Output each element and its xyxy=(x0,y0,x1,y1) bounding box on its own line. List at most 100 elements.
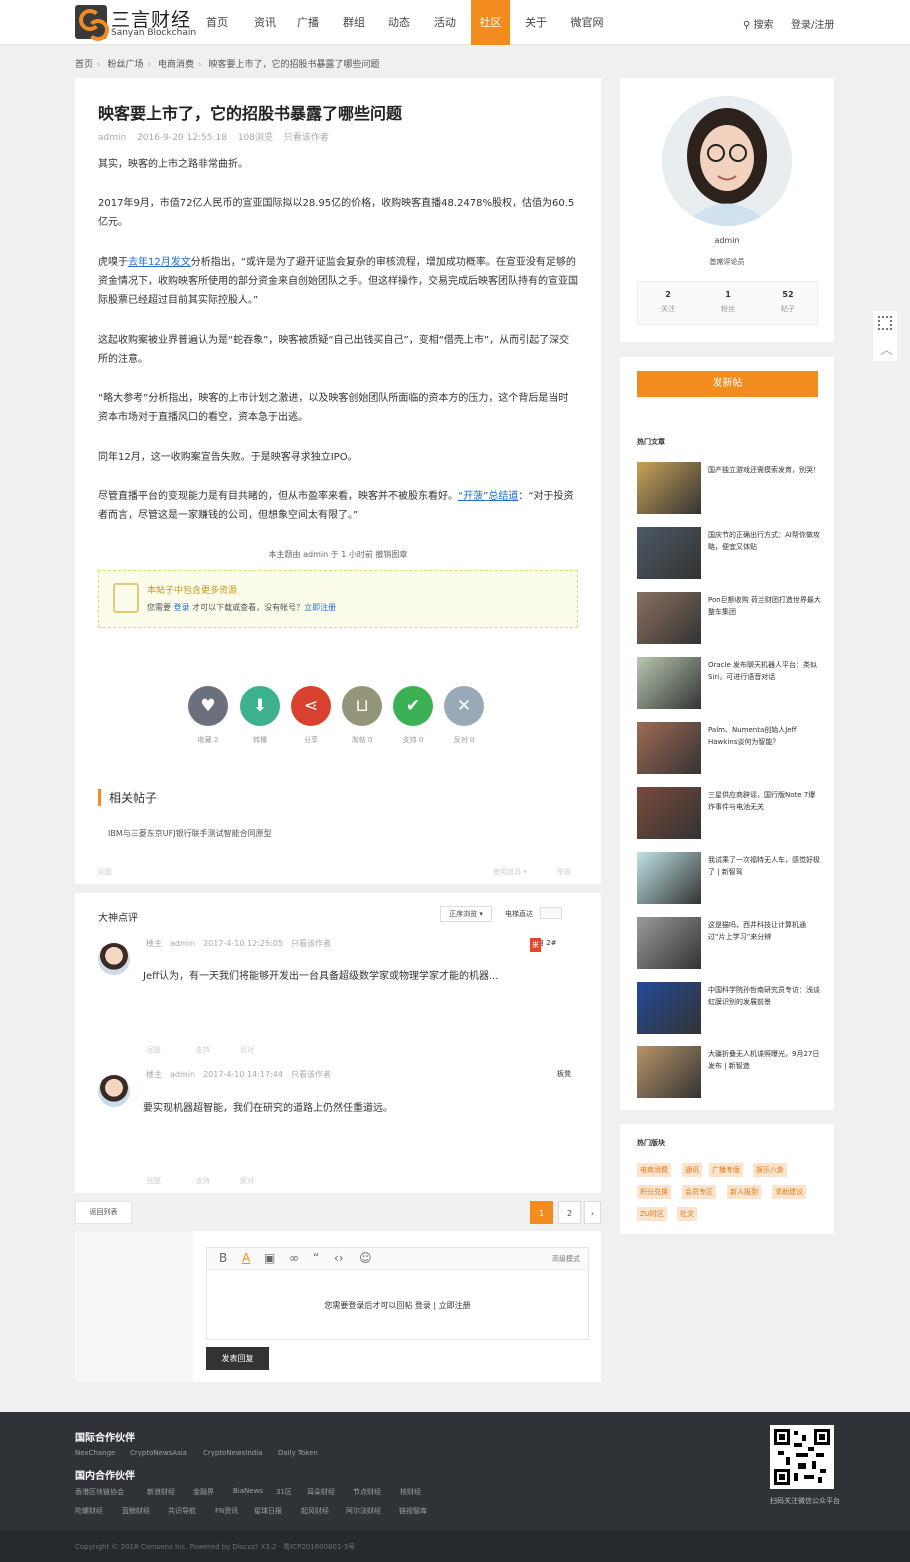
bold-icon[interactable]: B xyxy=(219,1251,227,1265)
link-icon[interactable]: ∞ xyxy=(289,1251,299,1265)
elevator-input[interactable] xyxy=(540,907,562,919)
oppose-button[interactable]: ✕ 反对 0 xyxy=(444,686,484,745)
partner-link[interactable]: 蓝鲸财经 xyxy=(122,1506,150,1516)
share-button[interactable]: ⋖ 分享 xyxy=(291,686,331,745)
hot-article-thumbnail[interactable] xyxy=(637,1046,701,1098)
hot-article-thumbnail[interactable] xyxy=(637,657,701,709)
hot-article-thumbnail[interactable] xyxy=(637,722,701,774)
back-to-list-button[interactable]: 返回列表 xyxy=(75,1201,132,1224)
attachment-login-link[interactable]: 登录 xyxy=(174,603,190,612)
hot-article-title[interactable]: 大疆折叠无人机谍照曝光，9月27日发布 | 新智造 xyxy=(708,1048,821,1072)
hot-article-title[interactable]: Palm、Numenta创始人Jeff Hawkins谈何为智能？ xyxy=(708,724,821,748)
editor-register-link[interactable]: 立即注册 xyxy=(439,1301,471,1310)
nav-item-news[interactable]: 资讯 xyxy=(247,0,283,45)
nav-item-community[interactable]: 社区 xyxy=(471,0,510,45)
sort-dropdown[interactable]: 正序浏览 ▾ xyxy=(440,906,492,922)
image-icon[interactable]: ▣ xyxy=(264,1251,275,1265)
breadcrumb-thread[interactable]: 映客要上市了，它的招股书暴露了哪些问题 xyxy=(209,60,380,70)
hot-article-title[interactable]: Pon巨额收购 荷兰财团打造世界最大整车集团 xyxy=(708,594,821,618)
nav-item-microsite[interactable]: 微官网 xyxy=(567,0,607,45)
partner-link[interactable]: 耳朵财经 xyxy=(307,1487,335,1497)
comment-support-link[interactable]: 支持 xyxy=(196,1176,210,1186)
hot-article-thumbnail[interactable] xyxy=(637,787,701,839)
board-tag[interactable]: 通讯 xyxy=(682,1163,702,1177)
article-link[interactable]: “开菠”总结道 xyxy=(458,491,518,502)
hot-article-title[interactable]: 三星供应商辟谣，国行版Note 7爆炸事件与电池无关 xyxy=(708,789,821,813)
collect-button[interactable]: ⊔ 淘帖 0 xyxy=(342,686,382,745)
nav-item-broadcast[interactable]: 广播 xyxy=(290,0,326,45)
repost-button[interactable]: ⬇ 转播 xyxy=(240,686,280,745)
stat-followers[interactable]: 1 粉丝 xyxy=(698,290,758,314)
editor-login-link[interactable]: 登录 xyxy=(415,1301,431,1310)
partner-link[interactable]: 起风财经 xyxy=(301,1506,329,1516)
partner-link[interactable]: 新浪财经 xyxy=(147,1487,175,1497)
comment-support-link[interactable]: 支持 xyxy=(196,1045,210,1055)
support-button[interactable]: ✔ 支持 0 xyxy=(393,686,433,745)
board-tag[interactable]: 会员专区 xyxy=(682,1185,716,1199)
nav-item-events[interactable]: 活动 xyxy=(427,0,463,45)
partner-link[interactable]: Daily Token xyxy=(278,1449,318,1457)
site-logo[interactable]: 三言财经 Sanyan Blockchain xyxy=(75,5,196,41)
favorite-button[interactable]: ♥ 收藏 2 xyxy=(188,686,228,745)
nav-item-feed[interactable]: 动态 xyxy=(381,0,417,45)
partner-link[interactable]: NexChange xyxy=(75,1449,115,1457)
partner-link[interactable]: 节点财经 xyxy=(353,1487,381,1497)
avatar[interactable] xyxy=(98,943,130,975)
partner-link[interactable]: BiaNews xyxy=(233,1487,263,1495)
hot-article-title[interactable]: 中国科学院孙哲南研究员专访：浅谈虹膜识别的发展前景 xyxy=(708,984,821,1008)
partner-link[interactable]: FN资讯 xyxy=(215,1506,238,1516)
hot-article-thumbnail[interactable] xyxy=(637,982,701,1034)
breadcrumb-fans[interactable]: 粉丝广场 xyxy=(108,60,144,70)
comment-oppose-link[interactable]: 反对 xyxy=(240,1176,254,1186)
page-1[interactable]: 1 xyxy=(530,1201,553,1224)
stat-posts[interactable]: 52 帖子 xyxy=(758,290,818,314)
profile-name[interactable]: admin xyxy=(620,236,834,245)
advanced-mode-link[interactable]: 高级模式 xyxy=(552,1254,580,1264)
partner-link[interactable]: 核财经 xyxy=(400,1487,421,1497)
partner-link[interactable]: CryptoNewsIndia xyxy=(203,1449,262,1457)
board-tag[interactable]: 社文 xyxy=(677,1207,697,1221)
thread-author[interactable]: admin xyxy=(98,133,126,143)
hot-article-thumbnail[interactable] xyxy=(637,917,701,969)
use-tool-link[interactable]: 使用道具 ▾ xyxy=(493,867,527,877)
hot-article-thumbnail[interactable] xyxy=(637,852,701,904)
report-link[interactable]: 举报 xyxy=(557,867,571,877)
board-tag[interactable]: 电商消费 xyxy=(637,1163,671,1177)
hot-article-thumbnail[interactable] xyxy=(637,592,701,644)
page-2[interactable]: 2 xyxy=(558,1201,581,1224)
code-icon[interactable]: ‹› xyxy=(334,1251,344,1265)
attachment-register-link[interactable]: 立即注册 xyxy=(304,603,336,612)
new-post-button[interactable]: 发新帖 xyxy=(637,371,818,397)
board-tag[interactable]: 娱乐八卦 xyxy=(753,1163,787,1177)
partner-link[interactable]: CryptoNewsAsia xyxy=(130,1449,187,1457)
hot-article-title[interactable]: 国产独立游戏还需摸索发育，别哭！ xyxy=(708,464,821,476)
hot-article-title[interactable]: 国庆节的正确出行方式：AI帮你做攻略，便宜又体贴 xyxy=(708,529,821,553)
partner-link[interactable]: 金融界 xyxy=(193,1487,214,1497)
board-tag[interactable]: 广播专版 xyxy=(709,1163,743,1177)
hot-article-thumbnail[interactable] xyxy=(637,462,701,514)
nav-item-about[interactable]: 关于 xyxy=(518,0,554,45)
breadcrumb-forum[interactable]: 电商消费 xyxy=(158,60,194,70)
reply-editor[interactable]: B A ▣ ∞ “ ‹› ☺ 高级模式 您需要登录后才可以回帖 登录 | 立即注… xyxy=(206,1247,589,1340)
avatar[interactable] xyxy=(98,1075,130,1107)
article-link[interactable]: 去年12月发文 xyxy=(128,257,191,268)
nav-item-home[interactable]: 首页 xyxy=(199,0,235,45)
partner-link[interactable]: 共识导航 xyxy=(168,1506,196,1516)
smiley-icon[interactable]: ☺ xyxy=(359,1251,372,1265)
partner-link[interactable]: 31区 xyxy=(276,1487,292,1497)
hot-article-title[interactable]: Oracle 发布聊天机器人平台：类似Siri，可进行语音对话 xyxy=(708,659,821,683)
comment-reply-link[interactable]: 回复 xyxy=(147,1176,161,1186)
login-register-link[interactable]: 登录/注册 xyxy=(791,16,834,31)
font-color-icon[interactable]: A xyxy=(242,1251,250,1265)
nav-item-groups[interactable]: 群组 xyxy=(336,0,372,45)
qrcode-icon[interactable] xyxy=(878,316,892,330)
quote-icon[interactable]: “ xyxy=(313,1251,319,1265)
profile-avatar[interactable] xyxy=(662,96,792,226)
board-tag[interactable]: 新人报到 xyxy=(727,1185,761,1199)
post-reply-link[interactable]: 回复 xyxy=(98,867,112,877)
partner-link[interactable]: 阿尔法财经 xyxy=(346,1506,381,1516)
board-tag[interactable]: ZU时区 xyxy=(637,1207,667,1221)
partner-link[interactable]: 链视智库 xyxy=(399,1506,427,1516)
comment-reply-link[interactable]: 回复 xyxy=(147,1045,161,1055)
hot-article-title[interactable]: 我试乘了一次福特无人车，感觉好极了 | 新智驾 xyxy=(708,854,821,878)
